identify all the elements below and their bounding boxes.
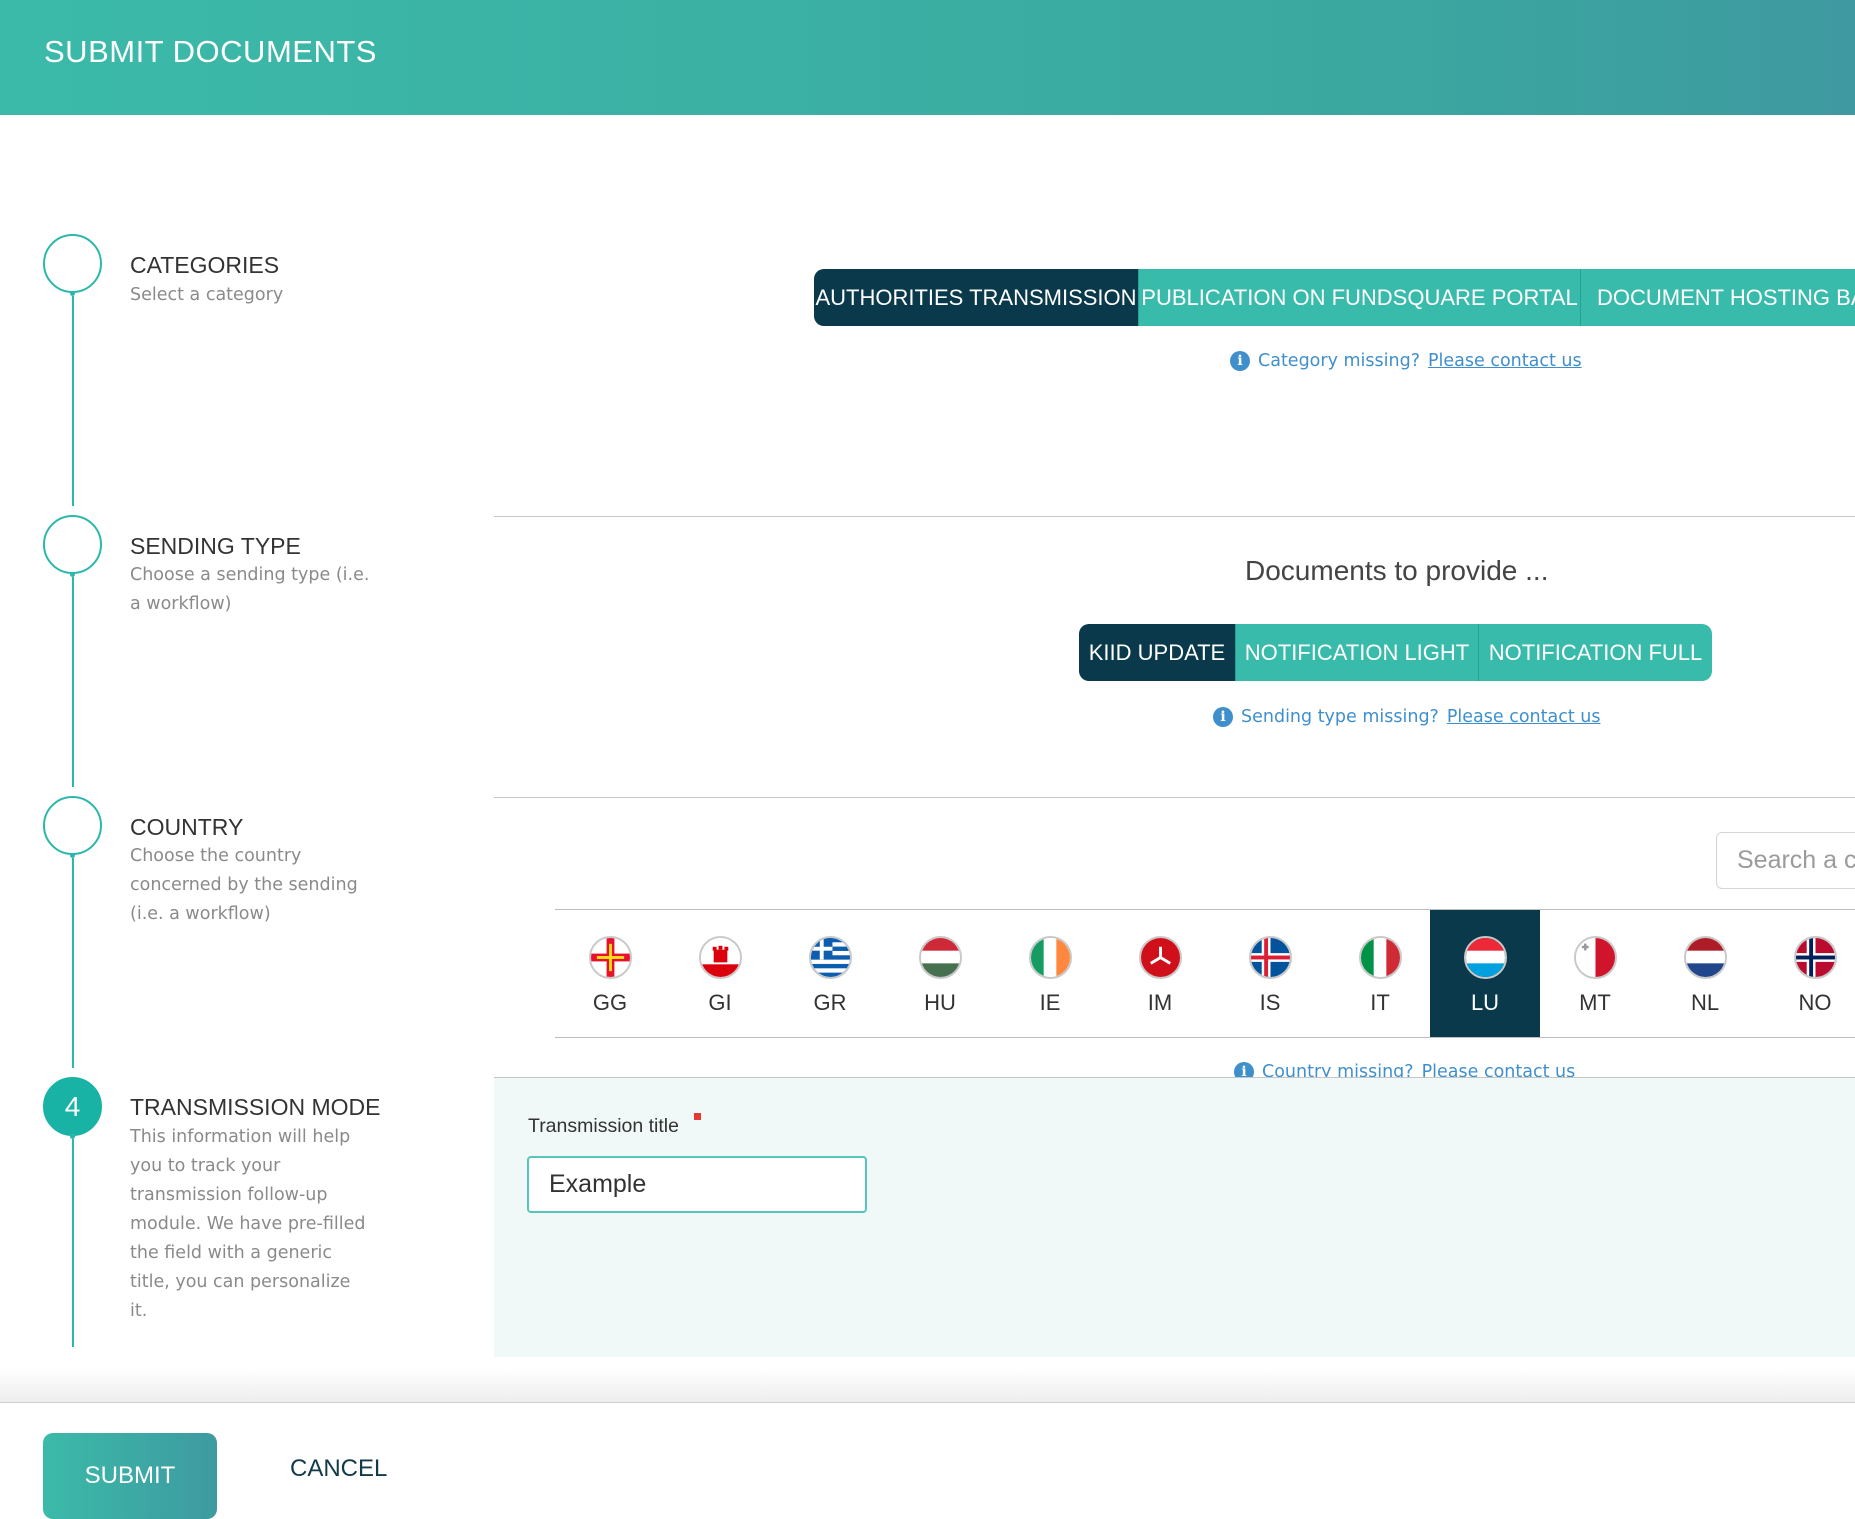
step-title-categories: CATEGORIES [130, 252, 280, 278]
footer-shadow [0, 1368, 1855, 1403]
step-connector-line [72, 577, 74, 787]
country-item-ie[interactable]: IE [995, 910, 1105, 1037]
step-connector-line [72, 858, 74, 1068]
country-flag-strip: GG GI GR HU IE IM IS IT LU MT NL NO [555, 909, 1855, 1038]
step-circle-categories [43, 234, 102, 293]
step-desc-transmission-mode: This information will help you to track … [130, 1127, 366, 1321]
country-code: IT [1370, 990, 1390, 1015]
footer-divider [0, 1402, 1855, 1403]
contact-us-link[interactable]: Please contact us [1422, 1062, 1576, 1077]
flag-hu-icon [919, 936, 962, 979]
contact-us-link[interactable]: Please contact us [1428, 351, 1582, 371]
step-desc-sending-type: Choose a sending type (i.e. a workflow) [130, 565, 370, 614]
sending-type-missing-info: i Sending type missing? Please contact u… [1213, 707, 1600, 727]
country-code: IS [1259, 990, 1281, 1015]
flag-it-icon [1359, 936, 1402, 979]
transmission-title-label: Transmission title [528, 1115, 679, 1137]
country-item-is[interactable]: IS [1215, 910, 1325, 1037]
flag-gi-icon [699, 936, 742, 979]
info-text: Country missing? [1262, 1062, 1414, 1077]
country-code: HU [924, 990, 956, 1015]
flag-nl-icon [1684, 936, 1727, 979]
flag-ie-icon [1029, 936, 1072, 979]
page-title: SUBMIT DOCUMENTS [44, 34, 377, 69]
flag-no-icon [1794, 936, 1837, 979]
step-desc-country: Choose the country concerned by the send… [130, 846, 358, 924]
info-text: Category missing? [1258, 351, 1420, 371]
country-item-im[interactable]: IM [1105, 910, 1215, 1037]
country-code: GG [592, 990, 628, 1015]
flag-gr-icon [809, 936, 852, 979]
notification-light-button[interactable]: NOTIFICATION LIGHT [1236, 624, 1479, 681]
category-document-hosting-button[interactable]: DOCUMENT HOSTING BAS [1581, 269, 1855, 326]
flag-im-icon [1139, 936, 1182, 979]
country-code: NO [1798, 990, 1832, 1015]
notification-full-button[interactable]: NOTIFICATION FULL [1479, 624, 1712, 681]
cancel-button[interactable]: CANCEL [290, 1455, 387, 1483]
country-code: LU [1470, 990, 1500, 1015]
country-item-gg[interactable]: GG [555, 910, 665, 1037]
kiid-update-button[interactable]: KIID UPDATE [1079, 624, 1236, 681]
category-authorities-transmission-button[interactable]: AUTHORITIES TRANSMISSION [814, 269, 1139, 326]
country-item-it[interactable]: IT [1325, 910, 1435, 1037]
info-icon: i [1230, 351, 1250, 371]
info-text: Sending type missing? [1241, 707, 1439, 727]
step-connector-line [72, 1139, 74, 1347]
step-title-country: COUNTRY [130, 814, 244, 840]
country-item-no[interactable]: NO [1760, 910, 1855, 1037]
category-publication-button[interactable]: PUBLICATION ON FUNDSQUARE PORTAL [1139, 269, 1581, 326]
country-code: IM [1147, 990, 1173, 1015]
country-search-input[interactable]: Search a c [1716, 832, 1855, 889]
step-desc-categories: Select a category [130, 285, 284, 305]
country-item-gr[interactable]: GR [775, 910, 885, 1037]
country-code: MT [1579, 990, 1611, 1015]
flag-gg-icon [589, 936, 632, 979]
required-indicator [694, 1113, 701, 1120]
documents-to-provide-title: Documents to provide ... [1245, 555, 1549, 586]
category-missing-info: i Category missing? Please contact us [1230, 351, 1582, 371]
sending-type-button-group: KIID UPDATE NOTIFICATION LIGHT NOTIFICAT… [1079, 624, 1712, 681]
step-connector-line [72, 296, 74, 506]
country-item-hu[interactable]: HU [885, 910, 995, 1037]
step-circle-sending-type [43, 515, 102, 574]
info-icon: i [1213, 707, 1233, 727]
info-icon: i [1234, 1062, 1254, 1077]
transmission-title-input[interactable] [527, 1156, 867, 1213]
country-missing-info: i Country missing? Please contact us [1234, 1062, 1575, 1077]
submit-button[interactable]: SUBMIT [43, 1433, 217, 1519]
step-circle-country [43, 796, 102, 855]
country-item-mt[interactable]: MT [1540, 910, 1650, 1037]
step-title-sending-type: SENDING TYPE [130, 533, 301, 559]
contact-us-link[interactable]: Please contact us [1447, 707, 1601, 727]
step-circle-transmission-mode: 4 [43, 1077, 102, 1136]
step-title-transmission-mode: TRANSMISSION MODE [130, 1094, 381, 1120]
country-code: GR [813, 990, 847, 1015]
header-bar: SUBMIT DOCUMENTS [0, 0, 1855, 115]
country-code: IE [1039, 990, 1061, 1015]
section-divider [494, 797, 1855, 798]
country-code: GI [708, 990, 732, 1015]
country-item-lu[interactable]: LU [1430, 910, 1540, 1037]
section-divider [494, 516, 1855, 517]
country-code: NL [1690, 990, 1720, 1015]
flag-mt-icon [1574, 936, 1617, 979]
category-button-group: AUTHORITIES TRANSMISSION PUBLICATION ON … [814, 269, 1855, 326]
country-item-gi[interactable]: GI [665, 910, 775, 1037]
flag-is-icon [1249, 936, 1292, 979]
flag-lu-icon [1464, 936, 1507, 979]
country-item-nl[interactable]: NL [1650, 910, 1760, 1037]
